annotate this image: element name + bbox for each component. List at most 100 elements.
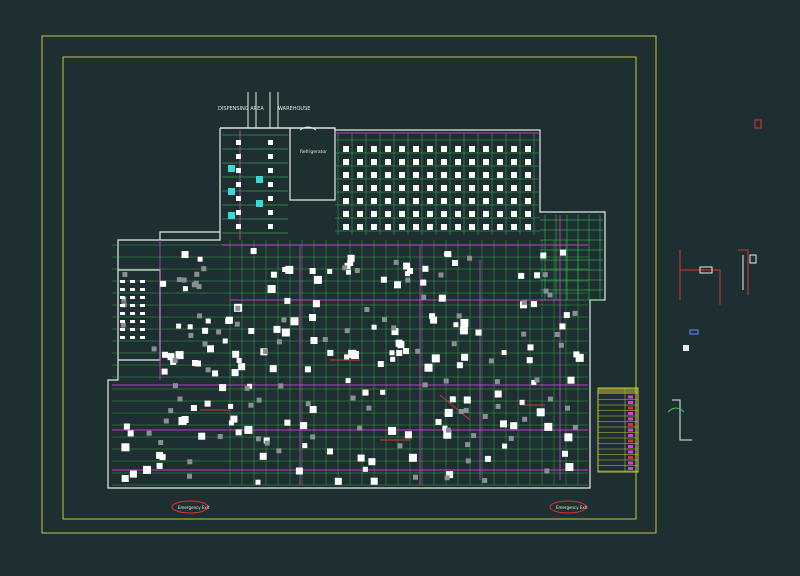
light-fixture	[511, 172, 517, 178]
light-fixture	[511, 185, 517, 191]
legend-swatch	[628, 461, 633, 465]
light-fixture	[140, 320, 145, 323]
light-fixture	[362, 389, 369, 396]
light-fixture	[544, 468, 550, 474]
light-fixture	[282, 267, 288, 272]
light-fixture	[228, 403, 234, 409]
light-fixture	[444, 251, 450, 257]
light-fixture	[455, 146, 461, 152]
detail-fragments	[667, 119, 762, 441]
light-fixture	[427, 198, 433, 204]
light-fixture	[198, 432, 206, 440]
light-fixture	[475, 329, 482, 336]
light-fixture	[194, 271, 200, 277]
dispensing-area-label: DISPENSING AREA	[218, 106, 264, 112]
light-fixture	[404, 431, 412, 439]
light-fixture	[525, 224, 531, 230]
light-fixture	[488, 358, 494, 364]
light-fixture	[120, 296, 125, 299]
light-fixture	[420, 279, 427, 286]
light-fixture	[357, 185, 363, 191]
light-fixture	[140, 304, 145, 307]
light-fixture	[469, 198, 475, 204]
light-fixture	[483, 211, 489, 217]
light-fixture	[345, 378, 351, 384]
light-fixture	[413, 146, 419, 152]
light-fixture	[120, 280, 125, 283]
light-fixture	[343, 224, 349, 230]
legend-swatch	[628, 456, 633, 459]
light-fixture	[130, 304, 135, 307]
light-fixture	[197, 256, 203, 262]
light-fixture	[554, 332, 560, 337]
light-fixture	[438, 294, 446, 302]
light-fixture	[565, 405, 570, 411]
light-fixture	[397, 443, 403, 449]
light-fixture	[572, 310, 578, 316]
light-fixture	[452, 260, 458, 266]
cyan-fixture	[228, 188, 235, 195]
light-fixture	[511, 198, 517, 204]
light-fixture	[259, 452, 267, 460]
light-fixture	[347, 254, 355, 262]
light-fixture	[177, 396, 183, 402]
light-fixture	[122, 272, 128, 277]
light-fixture	[187, 473, 192, 479]
light-fixture	[560, 249, 566, 256]
inner-sheet-frame	[62, 56, 637, 520]
light-fixture	[230, 415, 238, 423]
light-fixture	[236, 224, 241, 229]
light-fixture	[415, 348, 421, 354]
light-fixture	[427, 211, 433, 217]
light-fixture	[395, 339, 403, 347]
light-fixture	[248, 402, 254, 408]
cad-drawing-viewport[interactable]: DISPENSING AREA WAREHOUSE Refrigerator E…	[0, 0, 800, 572]
light-fixture	[483, 159, 489, 165]
light-fixture	[567, 376, 575, 384]
light-fixture	[431, 354, 440, 363]
light-fixture	[368, 458, 376, 466]
light-fixture	[390, 356, 396, 362]
light-fixture	[344, 328, 350, 334]
light-fixture	[187, 324, 193, 330]
light-fixture	[558, 342, 564, 348]
light-fixture	[371, 146, 377, 152]
light-fixture	[130, 320, 135, 323]
light-fixture	[510, 422, 518, 430]
light-fixture	[497, 185, 503, 191]
light-fixture	[181, 277, 187, 283]
light-fixture	[313, 275, 322, 284]
light-fixture	[273, 325, 281, 333]
light-fixture	[202, 327, 209, 334]
light-fixture	[463, 407, 469, 413]
light-fixture	[518, 272, 525, 279]
light-fixture	[357, 198, 363, 204]
light-fixture	[235, 429, 242, 436]
light-fixture	[236, 154, 241, 159]
light-fixture	[130, 336, 135, 339]
light-fixture	[497, 198, 503, 204]
light-fixture	[182, 286, 188, 292]
light-fixture	[207, 345, 214, 353]
light-fixture	[469, 185, 475, 191]
light-fixture	[385, 159, 391, 165]
light-fixture	[463, 396, 471, 404]
light-fixture	[290, 317, 299, 326]
light-fixture	[483, 198, 489, 204]
light-fixture	[120, 322, 126, 328]
light-fixture	[350, 395, 356, 401]
light-fixture	[162, 351, 169, 358]
light-fixture	[483, 146, 489, 152]
light-fixture	[388, 426, 397, 435]
light-fixture	[264, 440, 270, 446]
light-fixture	[547, 396, 553, 402]
light-fixture	[281, 317, 287, 323]
light-fixture	[130, 288, 135, 291]
light-fixture	[413, 198, 419, 204]
light-fixture	[231, 369, 239, 377]
light-fixture	[460, 318, 469, 327]
light-fixture	[140, 280, 145, 283]
light-fixture	[159, 454, 166, 461]
light-fixture	[427, 224, 433, 230]
light-fixture	[469, 224, 475, 230]
